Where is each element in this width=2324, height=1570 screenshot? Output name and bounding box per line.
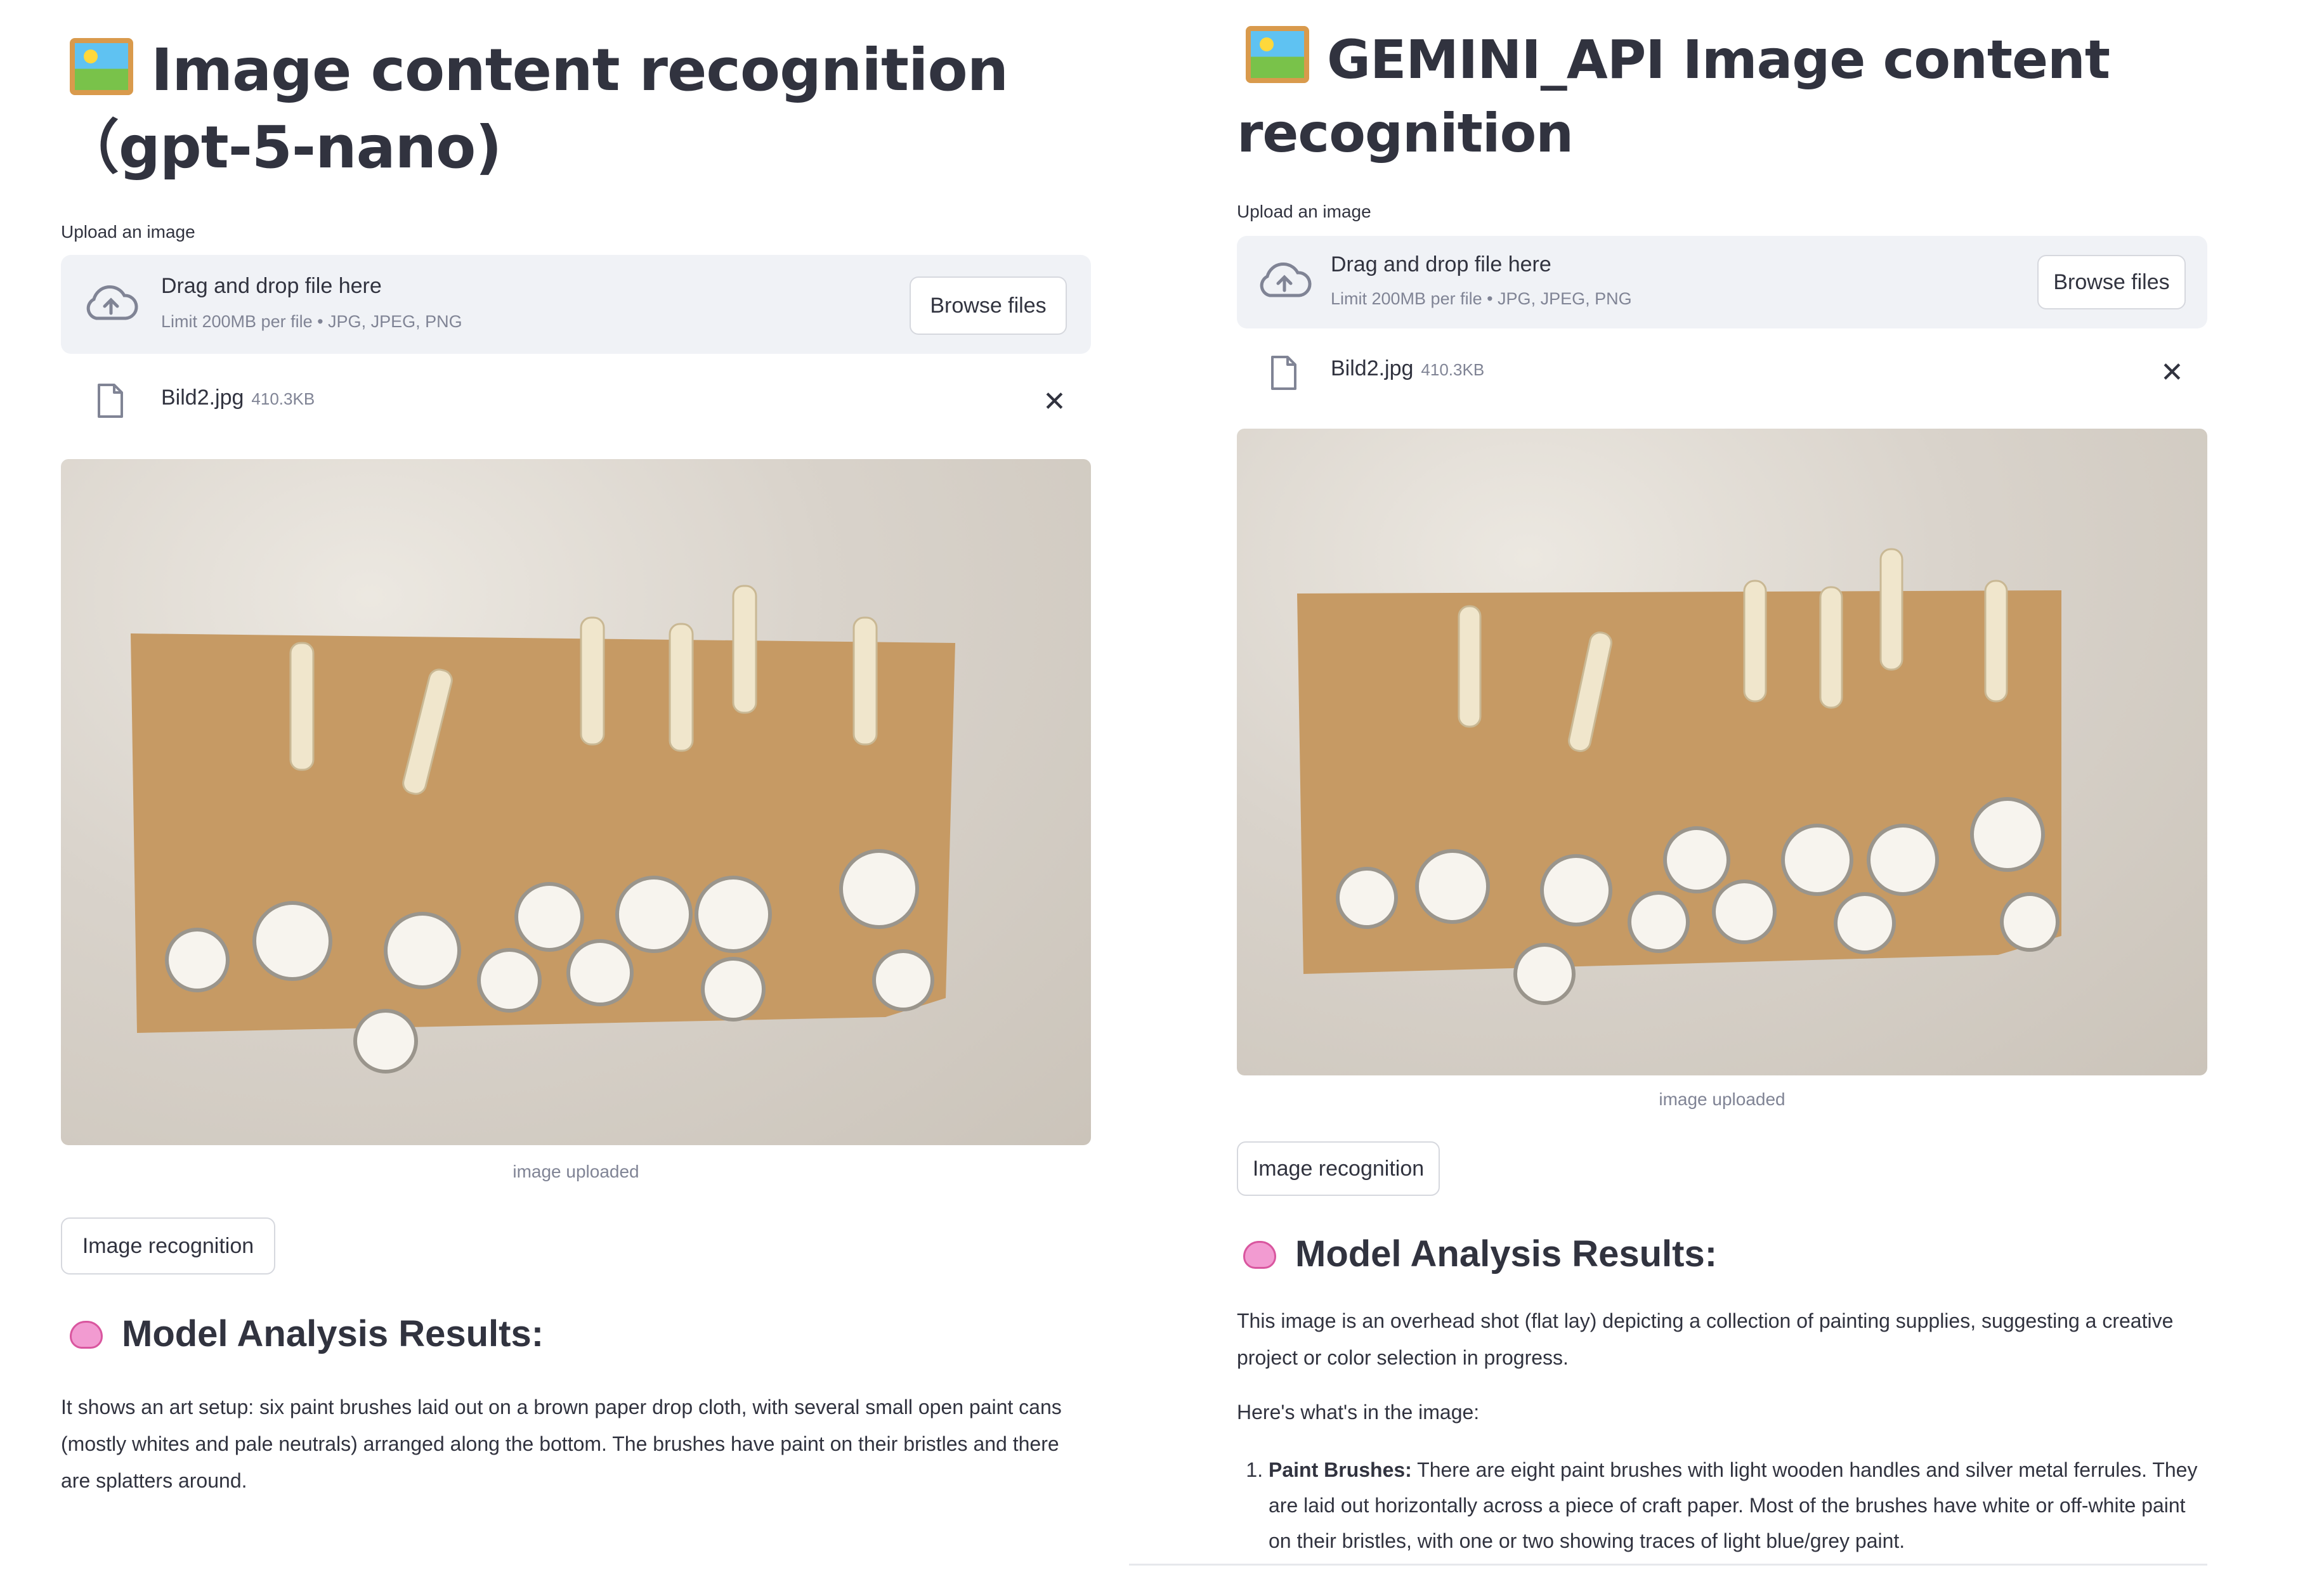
file-name: Bild2.jpg 410.3KB (1331, 356, 1485, 380)
cloud-upload-icon (86, 285, 138, 320)
file-dropzone[interactable]: Drag and drop file here Limit 200MB per … (61, 255, 1091, 354)
divider (1129, 1564, 2207, 1566)
browse-files-button[interactable]: Browse files (2037, 255, 2186, 309)
result-text: It shows an art setup: six paint brushes… (61, 1396, 1062, 1492)
framed-picture-icon (1246, 26, 1309, 83)
browse-files-button[interactable]: Browse files (910, 276, 1067, 335)
cloud-upload-icon (1260, 262, 1312, 297)
file-dropzone[interactable]: Drag and drop file here Limit 200MB per … (1237, 236, 2207, 328)
file-name: Bild2.jpg 410.3KB (161, 386, 315, 410)
page-title: GEMINI_API Image content recognition (1237, 23, 2207, 170)
upload-label: Upload an image (61, 222, 195, 242)
results-heading: Model Analysis Results: (70, 1313, 544, 1355)
uploaded-image (61, 459, 1091, 1145)
framed-picture-icon (70, 38, 133, 95)
paint-supplies-photo (1297, 548, 2061, 1005)
close-icon[interactable]: ✕ (1043, 388, 1066, 416)
file-size: 410.3KB (1421, 360, 1485, 379)
image-caption: image uploaded (512, 1162, 639, 1181)
list-item: Paint Brushes: There are eight paint bru… (1269, 1452, 2207, 1559)
image-recognition-button[interactable]: Image recognition (61, 1217, 275, 1275)
upload-label: Upload an image (1237, 202, 1371, 221)
dropzone-limits: Limit 200MB per file • JPG, JPEG, PNG (1331, 289, 1632, 308)
dropzone-instructions: Drag and drop file here (161, 274, 382, 298)
result-lead: Here's what's in the image: (1237, 1401, 1480, 1424)
result-list: Paint Brushes: There are eight paint bru… (1237, 1452, 2207, 1559)
list-item-title: Paint Brushes: (1269, 1458, 1412, 1481)
close-icon[interactable]: ✕ (2160, 359, 2184, 387)
uploaded-image (1237, 429, 2207, 1075)
page-title: Image content recognition（gpt-5-nano) (61, 36, 1009, 181)
file-size: 410.3KB (251, 389, 315, 408)
brain-icon (1243, 1241, 1276, 1269)
results-heading: Model Analysis Results: (1243, 1233, 1717, 1275)
brain-icon (70, 1321, 103, 1349)
dropzone-instructions: Drag and drop file here (1331, 252, 1551, 276)
paint-supplies-photo (131, 585, 955, 1074)
dropzone-limits: Limit 200MB per file • JPG, JPEG, PNG (161, 312, 462, 331)
image-recognition-button[interactable]: Image recognition (1237, 1141, 1440, 1196)
uploaded-file-row: Bild2.jpg 410.3KB ✕ (61, 379, 1091, 424)
file-icon (98, 384, 123, 418)
result-intro: This image is an overhead shot (flat lay… (1237, 1309, 2174, 1369)
file-icon (1271, 356, 1296, 390)
image-caption: image uploaded (1659, 1089, 1785, 1109)
uploaded-file-row: Bild2.jpg 410.3KB ✕ (1237, 351, 2207, 396)
